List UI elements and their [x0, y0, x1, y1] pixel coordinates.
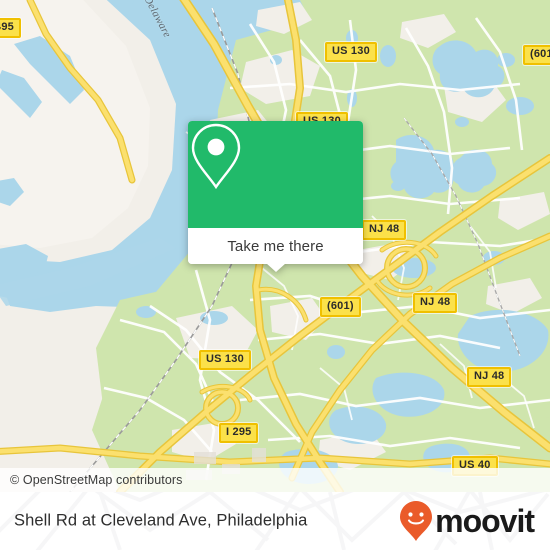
- shield-nj-48-upper[interactable]: NJ 48: [362, 220, 407, 240]
- map-canvas[interactable]: Delaware 495 US 130 (601 US 130 NJ 48 (6…: [0, 0, 550, 492]
- shield-495[interactable]: 495: [0, 18, 21, 38]
- shield-601[interactable]: (601): [320, 297, 361, 317]
- location-popup-card[interactable]: Take me there: [188, 121, 363, 272]
- moovit-wordmark: moovit: [435, 503, 535, 539]
- shield-us-130-south[interactable]: US 130: [199, 350, 251, 370]
- popup-action-area[interactable]: Take me there: [188, 228, 363, 264]
- footer-bar: Shell Rd at Cleveland Ave, Philadelphia …: [0, 492, 550, 550]
- osm-attribution-text[interactable]: © OpenStreetMap contributors: [0, 473, 183, 487]
- screenshot-root: Delaware 495 US 130 (601 US 130 NJ 48 (6…: [0, 0, 550, 550]
- popup-body: Take me there: [188, 121, 363, 264]
- map-attribution-bar: © OpenStreetMap contributors: [0, 468, 550, 492]
- shield-i-295[interactable]: I 295: [219, 423, 259, 443]
- moovit-logo[interactable]: moovit: [399, 500, 535, 542]
- stop-title: Shell Rd at Cleveland Ave, Philadelphia: [14, 511, 308, 530]
- shield-nj-48-mid[interactable]: NJ 48: [413, 293, 458, 313]
- take-me-there-label: Take me there: [227, 237, 324, 255]
- moovit-pin-icon: [400, 501, 433, 541]
- shield-601-topright[interactable]: (601: [523, 45, 550, 65]
- shield-nj-48-lower[interactable]: NJ 48: [467, 367, 512, 387]
- popup-pointer-tail: [266, 263, 286, 272]
- popup-icon-area: [188, 121, 363, 228]
- shield-us-130-north[interactable]: US 130: [325, 42, 377, 62]
- map-pin-icon: [191, 123, 241, 190]
